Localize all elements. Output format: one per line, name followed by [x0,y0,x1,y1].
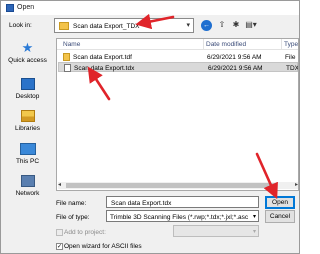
project-dropdown[interactable]: ▾ [173,225,259,237]
file-type-dropdown[interactable]: Trimble 3D Scanning Files (*.rwp;*.tdx;*… [106,210,259,222]
new-folder-icon[interactable]: ✱ [230,19,242,32]
place-label: Quick access [8,57,47,64]
file-name-field[interactable]: Scan data Export.tdx [106,196,259,208]
look-in-dropdown[interactable]: Scan data Export_TDX ▾ [54,18,194,33]
scroll-thumb[interactable] [66,183,276,188]
place-label: Desktop [15,93,40,100]
add-to-project-label: Add to project: [64,229,106,236]
open-dialog: Open Look in: Scan data Export_TDX ▾ ← ⇧… [0,0,300,254]
column-divider[interactable] [281,39,282,50]
chevron-down-icon: ▾ [186,22,190,29]
place-network[interactable]: Network [4,175,51,197]
look-in-label: Look in: [9,22,32,29]
add-to-project-checkbox[interactable] [56,229,63,236]
chevron-down-icon: ▾ [252,228,256,235]
file-name-label: File name: [56,200,87,207]
chevron-down-icon: ▾ [252,213,256,220]
back-icon[interactable]: ← [201,20,212,31]
file-date: 6/29/2021 9:56 AM [208,64,263,72]
scroll-left-icon[interactable]: ◂ [58,181,61,188]
column-divider[interactable] [203,39,204,50]
place-libraries[interactable]: Libraries [4,110,51,132]
computer-icon [19,143,36,155]
ascii-wizard-label: Open wizard for ASCII files [64,243,142,250]
column-header-date[interactable]: Date modified [206,41,246,48]
horizontal-scrollbar[interactable]: ◂ ▸ [58,182,298,189]
place-label: Libraries [15,125,40,132]
up-folder-icon[interactable]: ⇧ [216,19,228,32]
star-icon: ★ [21,40,34,55]
column-header-name[interactable]: Name [63,41,80,48]
network-icon [20,175,35,187]
folder-icon [63,53,70,61]
file-type-value: Trimble 3D Scanning Files (*.rwp;*.tdx;*… [110,213,249,221]
place-quick-access[interactable]: ★ Quick access [4,40,51,64]
open-button[interactable]: Open [265,196,295,209]
file-row[interactable]: Scan data Export.tdf 6/29/2021 9:56 AM F… [58,52,298,62]
dialog-title: Open [17,4,35,11]
file-date: 6/29/2021 9:56 AM [207,53,262,61]
ascii-wizard-checkbox[interactable]: ✓ [56,243,63,250]
cancel-button[interactable]: Cancel [265,210,295,223]
document-icon [64,64,71,72]
view-menu-icon[interactable]: ▤▾ [245,19,257,32]
places-bar: ★ Quick access Desktop Libraries This PC… [4,38,51,214]
scroll-right-icon[interactable]: ▸ [295,181,298,188]
desktop-icon [20,78,35,90]
file-type-label: File of type: [56,214,90,221]
place-label: This PC [15,158,40,165]
file-type: File [285,53,296,61]
column-header-type[interactable]: Type [284,41,298,48]
file-name-value: Scan data Export.tdx [111,199,172,207]
place-this-pc[interactable]: This PC [4,143,51,165]
place-desktop[interactable]: Desktop [4,78,51,100]
place-label: Network [15,190,40,197]
file-row-selected[interactable]: Scan data Export.tdx 6/29/2021 9:56 AM T… [58,62,298,72]
file-type: TDX [286,64,299,72]
title-bar: Open [1,1,299,15]
file-list: Name Date modified Type Scan data Export… [56,38,299,191]
app-icon [6,4,14,12]
file-name: Scan data Export.tdx [74,64,135,72]
libraries-icon [20,110,35,122]
folder-icon [59,22,69,30]
file-list-header: Name Date modified Type [57,39,298,50]
look-in-value: Scan data Export_TDX [73,22,140,30]
file-name: Scan data Export.tdf [73,53,132,61]
